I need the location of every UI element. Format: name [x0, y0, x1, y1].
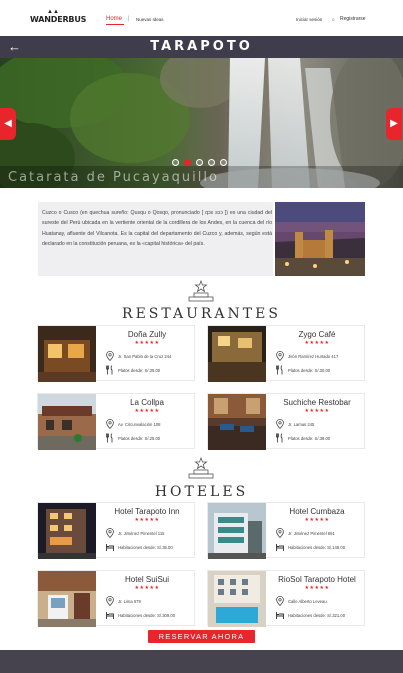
hero-caption: Catarata de Pucayaquillo	[8, 170, 219, 185]
page-title: TARAPOTO	[150, 39, 253, 54]
restaurant-name: Zygo Café	[298, 330, 336, 339]
city-description-box: Cuzco o Cusco (en quechua sureño: Qusqu …	[38, 202, 273, 276]
bed-icon	[276, 544, 284, 551]
restaurants-section-title: RESTAURANTES	[122, 306, 281, 322]
hotel-name: Hotel SuiSui	[124, 575, 170, 584]
nav-ideas-link[interactable]: Nuevas Ideas	[136, 17, 164, 22]
hotel-card[interactable]: RioSol Tarapoto Hotel ★★★★★ Calle Albert…	[207, 570, 365, 627]
waterfall-photo	[0, 58, 403, 188]
fork-knife-icon	[106, 365, 113, 375]
restaurant-card[interactable]: Zygo Café ★★★★★ Jirón Ramírez Hurtado 41…	[207, 325, 365, 382]
restaurant-card[interactable]: Doña Zully ★★★★★ Jr. San Pablo de la Cru…	[37, 325, 195, 382]
restaurant-address: Jr. Lamas 245	[288, 422, 315, 427]
hotel-address: Jr. Lima 579	[118, 599, 141, 604]
login-register-separator: o	[332, 17, 335, 22]
restaurant-photo	[208, 394, 266, 450]
restaurant-photo	[38, 394, 96, 450]
carousel-dot[interactable]	[208, 159, 215, 166]
top-navbar: ▲▲ WANDERBUS Home | Nuevas Ideas Iniciar…	[0, 0, 403, 36]
nav-separator: |	[128, 16, 130, 22]
hotel-address: Calle Alberto Leveau	[288, 599, 327, 604]
carousel-prev-button[interactable]: ◀	[0, 108, 16, 140]
restaurant-address: Av. Circunvalación 108	[118, 422, 161, 427]
hotel-price: Habitaciones desde: S/.309.00	[118, 613, 176, 618]
restaurant-name: Doña Zully	[127, 330, 167, 339]
restaurant-photo	[38, 326, 96, 382]
hotel-card[interactable]: Hotel Tarapoto Inn ★★★★★ Jr. Jiménez Pim…	[37, 502, 195, 559]
restaurant-address: Jr. San Pablo de la Cruz 244	[118, 354, 172, 359]
hotel-name: Hotel Cumbaza	[289, 507, 345, 516]
hotel-section-icon	[188, 457, 214, 479]
carousel-dot[interactable]	[196, 159, 203, 166]
restaurant-address: Jirón Ramírez Hurtado 417	[288, 354, 339, 359]
carousel-dot[interactable]	[220, 159, 227, 166]
cusco-cathedral-photo	[275, 202, 365, 276]
restaurant-price: Platos desde: S/.38.00	[288, 436, 331, 441]
restaurant-name: La Collpa	[130, 398, 164, 407]
location-pin-icon	[276, 596, 284, 606]
hotel-photo	[208, 503, 266, 559]
restaurant-photo	[208, 326, 266, 382]
register-link[interactable]: Registrarse	[340, 16, 366, 22]
hotel-photo	[208, 571, 266, 627]
hotel-name: RioSol Tarapoto Hotel	[278, 575, 356, 584]
location-pin-icon	[276, 528, 284, 538]
location-pin-icon	[106, 419, 114, 429]
restaurant-price: Platos desde: S/.35.00	[118, 368, 161, 373]
reserve-now-button[interactable]: RESERVAR AHORA	[148, 630, 255, 643]
hotel-photo	[38, 503, 96, 559]
location-pin-icon	[276, 351, 284, 361]
carousel-dot-active[interactable]	[184, 159, 191, 166]
rating-stars: ★★★★★	[304, 517, 330, 523]
hero-carousel: Catarata de Pucayaquillo	[0, 58, 403, 188]
location-pin-icon	[106, 351, 114, 361]
page-footer	[0, 650, 403, 673]
carousel-dots	[172, 159, 227, 167]
rating-stars: ★★★★★	[304, 340, 330, 346]
hotel-card[interactable]: Hotel Cumbaza ★★★★★ Jr. Jiménez Pimentel…	[207, 502, 365, 559]
fork-knife-icon	[276, 433, 283, 443]
rating-stars: ★★★★★	[304, 585, 330, 591]
restaurant-price: Platos desde: S/.25.00	[118, 436, 161, 441]
location-pin-icon	[106, 596, 114, 606]
rating-stars: ★★★★★	[134, 408, 160, 414]
fork-knife-icon	[276, 365, 283, 375]
rating-stars: ★★★★★	[134, 340, 160, 346]
location-pin-icon	[276, 419, 284, 429]
wanderbus-logo[interactable]: ▲▲ WANDERBUS	[30, 9, 87, 29]
city-title-bar: ← TARAPOTO	[0, 36, 403, 58]
restaurant-section-icon	[188, 280, 214, 302]
restaurant-card[interactable]: La Collpa ★★★★★ Av. Circunvalación 108 P…	[37, 393, 195, 450]
restaurant-name: Suchiche Restobar	[283, 398, 351, 407]
login-link[interactable]: Iniciar sesión	[296, 17, 322, 22]
bed-icon	[276, 612, 284, 619]
hotel-card[interactable]: Hotel SuiSui ★★★★★ Jr. Lima 579 Habitaci…	[37, 570, 195, 627]
hotel-price: Habitaciones desde: S/.321.00	[288, 613, 346, 618]
nav-home-link[interactable]: Home	[106, 16, 122, 22]
bed-icon	[106, 612, 114, 619]
rating-stars: ★★★★★	[134, 517, 160, 523]
rating-stars: ★★★★★	[134, 585, 160, 591]
bed-icon	[106, 544, 114, 551]
hotel-address: Jr. Jiménez Pimentel 691	[288, 531, 335, 536]
carousel-next-button[interactable]: ▶	[386, 108, 402, 140]
location-pin-icon	[106, 528, 114, 538]
carousel-dot[interactable]	[172, 159, 179, 166]
nav-active-underline	[106, 24, 124, 25]
hotel-address: Jr. Jiménez Pimentel 115	[118, 531, 165, 536]
hotel-price: Habitaciones desde: S/.148.00	[288, 545, 346, 550]
hotel-photo	[38, 571, 96, 627]
restaurant-price: Platos desde: S/.30.00	[288, 368, 331, 373]
city-description-text: Cuzco o Cusco (en quechua sureño: Qusqu …	[42, 210, 272, 248]
rating-stars: ★★★★★	[304, 408, 330, 414]
restaurant-card[interactable]: Suchiche Restobar ★★★★★ Jr. Lamas 245 Pl…	[207, 393, 365, 450]
logo-brand-text: WANDERBUS	[30, 15, 87, 24]
hotels-section-title: HOTELES	[154, 484, 249, 500]
hotel-name: Hotel Tarapoto Inn	[114, 507, 180, 516]
hotel-price: Habitaciones desde: S/.36.00	[118, 545, 173, 550]
fork-knife-icon	[106, 433, 113, 443]
